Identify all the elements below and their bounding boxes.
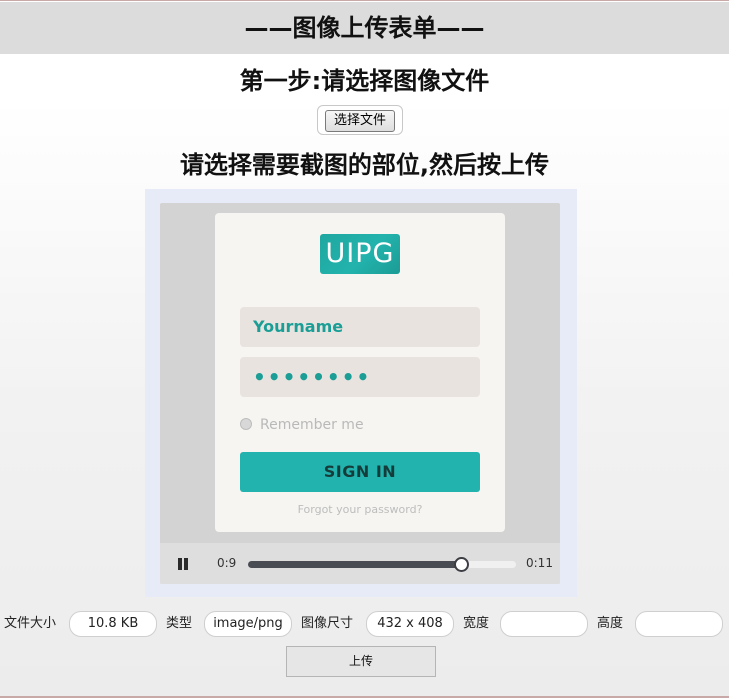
progress-fill: [248, 561, 460, 568]
step2-heading: 请选择需要截图的部位,然后按上传: [179, 151, 550, 179]
height-label: 高度: [597, 616, 624, 631]
page-header: ——图像上传表单——: [0, 2, 729, 54]
username-field-preview: Yourname: [240, 307, 480, 347]
choose-file-button[interactable]: 选择文件: [325, 110, 395, 132]
progress-bar[interactable]: [248, 557, 516, 572]
video-controls: 0:9 0:11: [160, 543, 560, 584]
dimensions-field: 432 x 408: [366, 611, 454, 637]
current-time: 0:9: [217, 556, 237, 570]
dimensions-label: 图像尺寸: [301, 616, 354, 631]
password-field-preview: ••••••••: [240, 357, 480, 397]
pause-icon[interactable]: [177, 558, 189, 570]
file-size-label: 文件大小: [4, 616, 57, 631]
forgot-password-link-preview: Forgot your password?: [297, 503, 423, 516]
width-input[interactable]: [500, 611, 588, 637]
remember-me: Remember me: [240, 415, 364, 435]
remember-label: Remember me: [260, 417, 364, 433]
uipg-logo: UIPG: [320, 234, 400, 274]
video-preview[interactable]: UIPG Yourname •••••••• Remember me SIGN …: [160, 203, 560, 584]
crop-area[interactable]: UIPG Yourname •••••••• Remember me SIGN …: [145, 189, 577, 597]
file-size-field: 10.8 KB: [69, 611, 157, 637]
progress-handle[interactable]: [453, 557, 469, 572]
total-time: 0:11: [526, 556, 553, 570]
radio-icon: [240, 418, 252, 430]
width-label: 宽度: [463, 616, 490, 631]
height-input[interactable]: [635, 611, 723, 637]
type-field: image/png: [204, 611, 292, 637]
login-card-preview: UIPG Yourname •••••••• Remember me SIGN …: [215, 213, 505, 532]
file-chooser: 选择文件: [317, 105, 403, 135]
type-label: 类型: [166, 616, 193, 631]
upload-button[interactable]: 上传: [286, 646, 436, 677]
file-info-row: 文件大小 10.8 KB 类型 image/png 图像尺寸 432 x 408…: [0, 611, 729, 637]
page-title: ——图像上传表单——: [244, 14, 485, 42]
signin-button-preview: SIGN IN: [240, 452, 480, 492]
step1-heading: 第一步:请选择图像文件: [239, 67, 490, 95]
